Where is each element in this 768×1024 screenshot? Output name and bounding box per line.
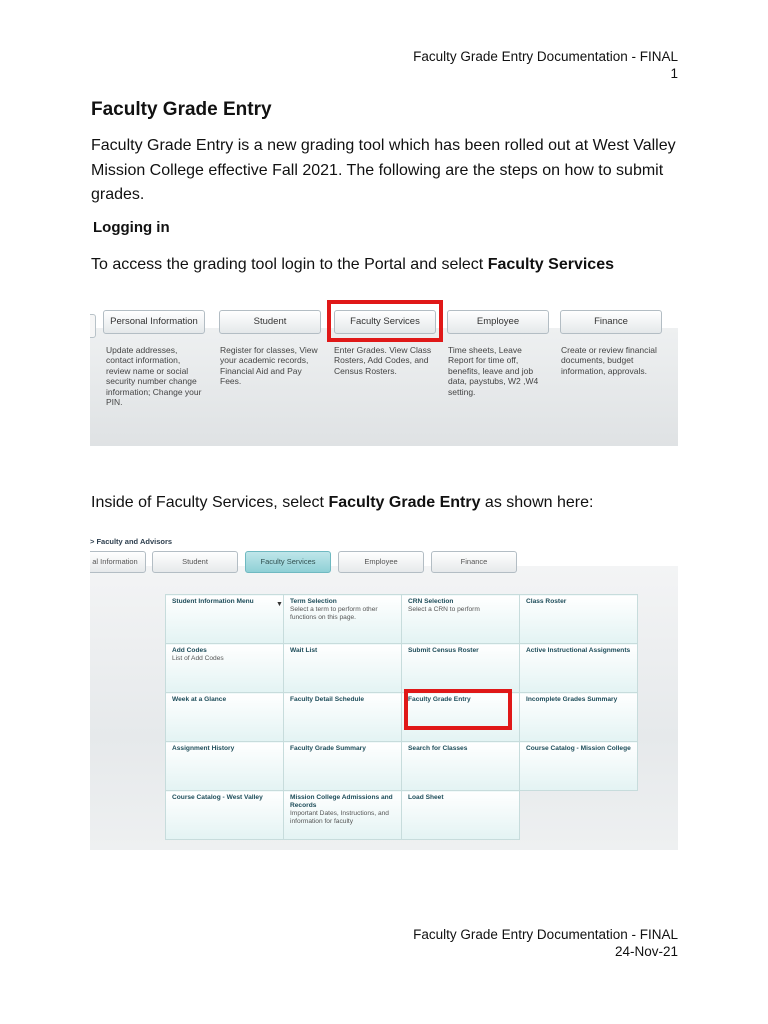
- personal-information-description: Update addresses, contact information, r…: [106, 345, 202, 408]
- tab-faculty-services[interactable]: Faculty Services: [245, 551, 331, 573]
- inside-text-end: as shown here:: [480, 494, 594, 511]
- page-header: Faculty Grade Entry Documentation - FINA…: [413, 48, 678, 82]
- tab-personal-information[interactable]: al Information: [90, 551, 146, 573]
- menu-item-active-instructional-assignments[interactable]: Active Instructional Assignments: [519, 643, 638, 693]
- portal-screenshot: Personal Information Student Faculty Ser…: [90, 298, 678, 446]
- menu-item-assignment-history[interactable]: Assignment History: [165, 741, 284, 791]
- menu-item-title: Search for Classes: [408, 745, 468, 752]
- login-text: To access the grading tool login to the …: [91, 256, 488, 273]
- menu-item-course-catalog-west-valley[interactable]: Course Catalog - West Valley: [165, 790, 284, 840]
- tab-finance[interactable]: Finance: [560, 310, 662, 334]
- faculty-services-emphasis: Faculty Services: [487, 256, 614, 273]
- tab-student[interactable]: Student: [219, 310, 321, 334]
- faculty-menu-grid: Student Information Menu Term Selection S…: [165, 594, 638, 840]
- menu-item-incomplete-grades-summary[interactable]: Incomplete Grades Summary: [519, 692, 638, 742]
- footer-doc-title: Faculty Grade Entry Documentation - FINA…: [413, 927, 678, 942]
- menu-item-term-selection[interactable]: Term Selection Select a term to perform o…: [283, 594, 402, 644]
- menu-item-course-catalog-mission-college[interactable]: Course Catalog - Mission College: [519, 741, 638, 791]
- document-title: Faculty Grade Entry: [91, 99, 272, 120]
- faculty-services-instruction: Inside of Faculty Services, select Facul…: [91, 491, 691, 516]
- menu-item-title: Wait List: [290, 647, 318, 654]
- menu-row: Week at a Glance Faculty Detail Schedule…: [165, 692, 638, 742]
- menu-item-faculty-grade-summary[interactable]: Faculty Grade Summary: [283, 741, 402, 791]
- inside-text: Inside of Faculty Services, select: [91, 494, 329, 511]
- menu-row: Course Catalog - West Valley Mission Col…: [165, 790, 638, 840]
- menu-item-crn-selection[interactable]: CRN Selection Select a CRN to perform: [401, 594, 520, 644]
- menu-item-load-sheet[interactable]: Load Sheet: [401, 790, 520, 840]
- menu-item-week-at-a-glance[interactable]: Week at a Glance: [165, 692, 284, 742]
- tab-student[interactable]: Student: [152, 551, 238, 573]
- logging-in-heading: Logging in: [93, 219, 170, 236]
- menu-item-title: Course Catalog - West Valley: [172, 794, 263, 801]
- menu-item-title: Class Roster: [526, 598, 567, 605]
- menu-item-search-for-classes[interactable]: Search for Classes: [401, 741, 520, 791]
- menu-row: Student Information Menu Term Selection S…: [165, 594, 638, 644]
- tab-employee[interactable]: Employee: [338, 551, 424, 573]
- menu-item-title: Faculty Detail Schedule: [290, 696, 365, 703]
- menu-item-title: Incomplete Grades Summary: [526, 696, 618, 703]
- student-description: Register for classes, View your academic…: [220, 345, 318, 387]
- breadcrumb[interactable]: > Faculty and Advisors: [90, 537, 172, 546]
- tab-edge: [90, 314, 96, 338]
- page-number: 1: [670, 66, 678, 81]
- menu-row: Add Codes List of Add Codes Wait List Sub…: [165, 643, 638, 693]
- page-footer: Faculty Grade Entry Documentation - FINA…: [413, 926, 678, 960]
- menu-item-description: List of Add Codes: [172, 655, 224, 662]
- header-doc-title: Faculty Grade Entry Documentation - FINA…: [413, 49, 678, 64]
- menu-item-title: Course Catalog - Mission College: [526, 745, 631, 752]
- login-instruction: To access the grading tool login to the …: [91, 253, 691, 278]
- intro-paragraph: Faculty Grade Entry is a new grading too…: [91, 137, 676, 203]
- faculty-services-highlight: [327, 300, 443, 342]
- menu-item-title: Term Selection: [290, 598, 337, 605]
- employee-description: Time sheets, Leave Report for time off, …: [448, 345, 539, 397]
- tab-employee[interactable]: Employee: [447, 310, 549, 334]
- menu-item-title: Submit Census Roster: [408, 647, 479, 654]
- menu-item-wait-list[interactable]: Wait List: [283, 643, 402, 693]
- tab-personal-information[interactable]: Personal Information: [103, 310, 205, 334]
- faculty-services-description: Enter Grades. View Class Rosters, Add Co…: [334, 345, 432, 376]
- faculty-grade-entry-emphasis: Faculty Grade Entry: [328, 494, 481, 511]
- menu-item-title: Assignment History: [172, 745, 235, 752]
- menu-item-mission-college-admissions[interactable]: Mission College Admissions and Records Im…: [283, 790, 402, 840]
- faculty-grade-entry-highlight: [404, 689, 512, 730]
- menu-item-description: Important Dates, Instructions, and infor…: [290, 810, 389, 825]
- menu-item-submit-census-roster[interactable]: Submit Census Roster: [401, 643, 520, 693]
- menu-item-title: Faculty Grade Summary: [290, 745, 366, 752]
- menu-item-title: Load Sheet: [408, 794, 444, 801]
- menu-item-description: Select a term to perform other functions…: [290, 606, 378, 621]
- menu-item-title: Active Instructional Assignments: [526, 647, 631, 654]
- menu-item-title: Student Information Menu: [172, 598, 254, 605]
- menu-item-title: Add Codes: [172, 647, 207, 654]
- footer-date: 24-Nov-21: [614, 944, 678, 959]
- menu-item-title: Week at a Glance: [172, 696, 227, 703]
- empty-cell: [520, 791, 638, 840]
- dropdown-triangle-icon[interactable]: ▼: [276, 601, 283, 608]
- tab-finance[interactable]: Finance: [431, 551, 517, 573]
- menu-item-description: Select a CRN to perform: [408, 606, 480, 613]
- menu-item-title: CRN Selection: [408, 598, 454, 605]
- menu-row: Assignment History Faculty Grade Summary…: [165, 741, 638, 791]
- faculty-services-screenshot: > Faculty and Advisors al Information St…: [90, 528, 678, 850]
- menu-item-add-codes[interactable]: Add Codes List of Add Codes: [165, 643, 284, 693]
- menu-item-title: Mission College Admissions and Records: [290, 794, 393, 809]
- finance-description: Create or review financial documents, bu…: [561, 345, 657, 376]
- menu-item-faculty-detail-schedule[interactable]: Faculty Detail Schedule: [283, 692, 402, 742]
- menu-item-class-roster[interactable]: Class Roster: [519, 594, 638, 644]
- menu-item-student-information-menu[interactable]: Student Information Menu: [165, 594, 284, 644]
